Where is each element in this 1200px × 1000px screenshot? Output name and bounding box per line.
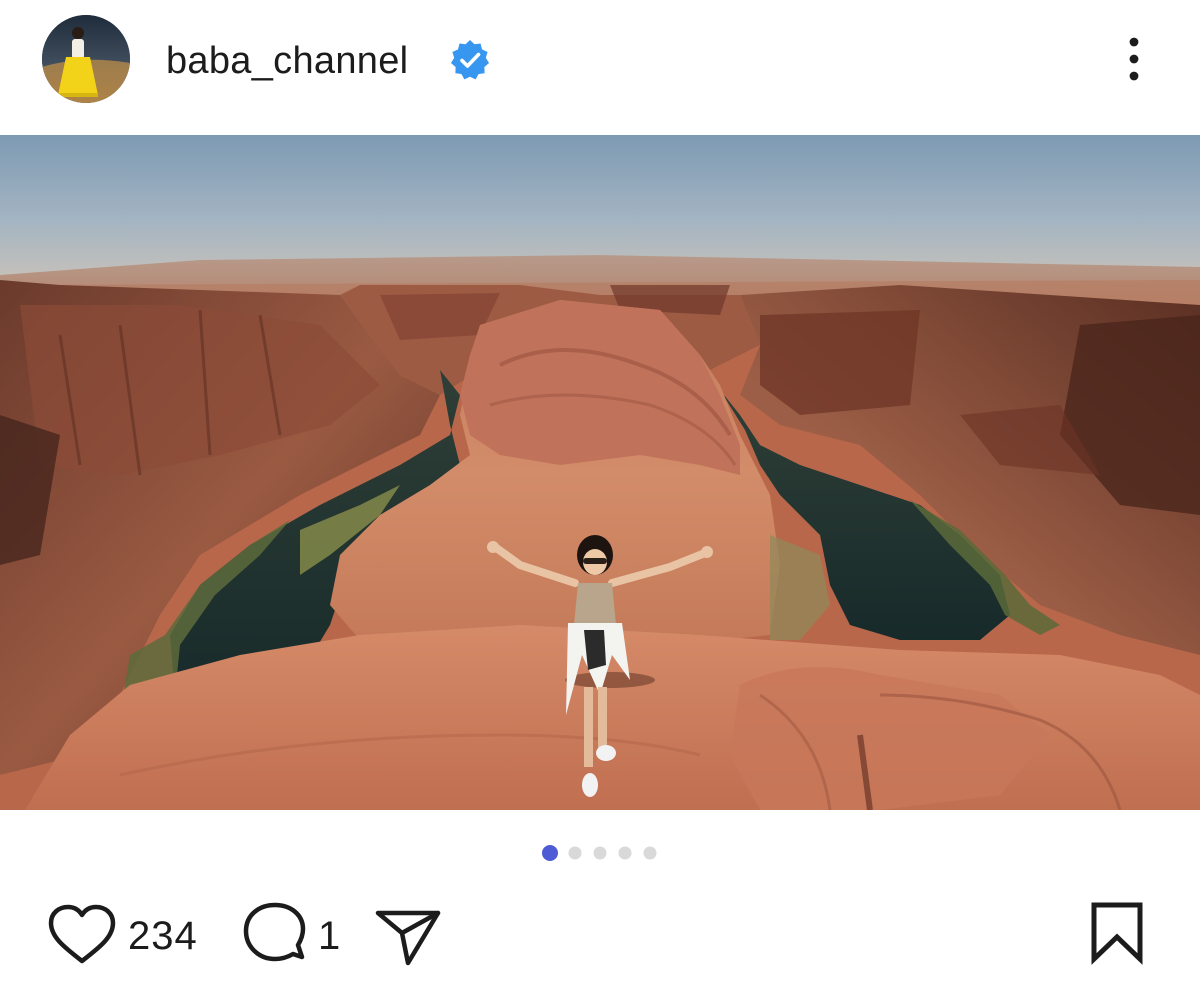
action-bar: 234 1	[0, 895, 1200, 975]
instagram-post: baba_channel 234 1	[0, 0, 1200, 1000]
bookmark-icon[interactable]	[1086, 899, 1148, 965]
like-count[interactable]: 234	[128, 913, 198, 959]
comment-icon[interactable]	[240, 901, 310, 971]
heart-icon[interactable]	[46, 903, 118, 967]
more-vertical-icon[interactable]	[1112, 32, 1156, 88]
post-header: baba_channel	[0, 0, 1200, 135]
post-photo[interactable]	[0, 135, 1200, 810]
send-icon[interactable]	[372, 903, 444, 967]
horseshoe-bend-photo	[0, 135, 1200, 810]
carousel-dot	[618, 846, 632, 860]
carousel-dot	[568, 846, 582, 860]
comment-count[interactable]: 1	[318, 913, 340, 959]
carousel-indicator	[0, 845, 1200, 861]
carousel-dot	[643, 846, 657, 860]
username[interactable]: baba_channel	[166, 38, 408, 84]
avatar[interactable]	[42, 15, 130, 103]
carousel-dot-active	[542, 845, 558, 861]
carousel-dot	[593, 846, 607, 860]
verified-badge-icon	[451, 40, 489, 80]
